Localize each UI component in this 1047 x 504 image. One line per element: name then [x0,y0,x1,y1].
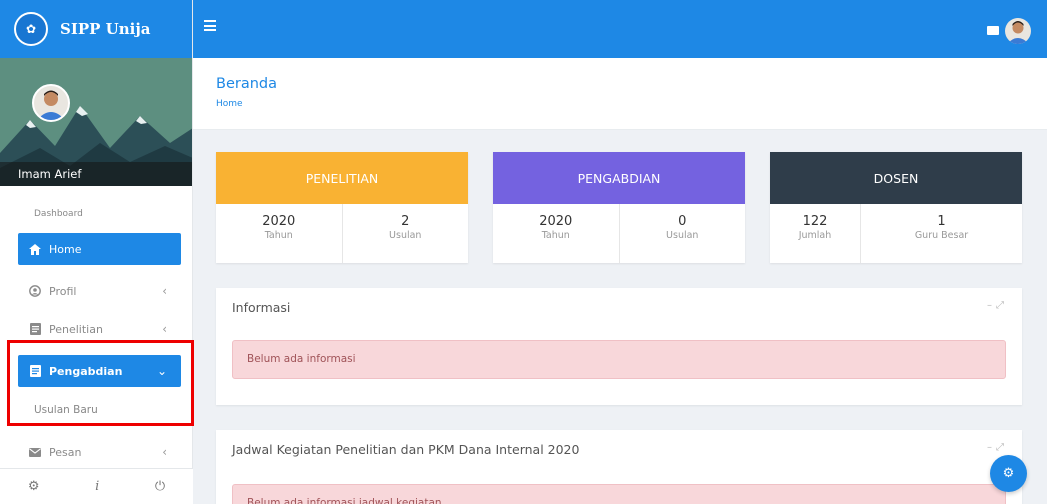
stat-value: 2 [401,214,410,229]
breadcrumb[interactable]: Home [216,99,243,109]
stat-value: 2020 [539,214,573,229]
card-title: DOSEN [770,152,1022,204]
sidebar-item-label: Pesan [49,445,82,459]
menu-toggle-icon[interactable] [204,20,216,31]
sidebar-footer: ⚙ i ⏻ [0,468,193,504]
stat-label: Tahun [264,230,293,241]
stat-label: Guru Besar [914,230,969,241]
card-title: PENELITIAN [216,152,468,204]
panel-tools[interactable]: –⤢ [987,442,1008,453]
avatar[interactable] [32,84,70,122]
info-alert: Belum ada informasi [232,340,1006,379]
power-icon[interactable]: ⏻ [155,479,165,494]
stat-label: Usulan [389,230,422,241]
info-panel: Informasi –⤢ Belum ada informasi [216,288,1022,405]
info-icon[interactable]: i [95,479,99,494]
schedule-alert: Belum ada informasi jadwal kegiatan [232,484,1006,504]
stat-card-pengabdian: PENGABDIAN 2020 Tahun 0 Usulan [493,152,745,263]
sidebar: ✿ SIPP Unija Imam Arief Dashboard Home P… [0,0,194,504]
home-icon [28,243,42,255]
page-title: Beranda [216,76,277,92]
panel-title: Jadwal Kegiatan Penelitian dan PKM Dana … [232,442,580,457]
stat-value: 2020 [262,214,296,229]
sidebar-item-pesan[interactable]: Pesan ‹ [18,436,181,468]
document-icon [28,323,42,335]
stat-card-dosen: DOSEN 122 Jumlah 1 Guru Besar [770,152,1022,263]
panel-tools[interactable]: –⤢ [987,300,1008,311]
sidebar-item-label: Home [49,242,82,256]
settings-icon[interactable]: ⚙ [28,479,40,494]
chevron-left-icon: ‹ [162,322,167,336]
stat-value: 1 [937,214,946,229]
nav-heading: Dashboard [34,209,83,219]
chevron-left-icon: ‹ [162,284,167,298]
user-name[interactable]: Imam Arief [0,162,192,186]
user-circle-icon [28,285,42,297]
sidebar-item-profil[interactable]: Profil ‹ [18,275,181,307]
stat-value: 122 [802,214,828,229]
sidebar-item-home[interactable]: Home [18,233,181,265]
user-profile-banner: Imam Arief [0,58,192,186]
topbar [193,0,1047,58]
chevron-left-icon: ‹ [162,445,167,459]
card-title: PENGABDIAN [493,152,745,204]
mail-icon[interactable] [987,26,999,35]
stat-label: Tahun [541,230,570,241]
page-header: Beranda Home [193,58,1047,130]
mail-icon [28,446,42,458]
user-avatar[interactable] [1005,18,1031,44]
schedule-panel: Jadwal Kegiatan Penelitian dan PKM Dana … [216,430,1022,504]
stat-value: 0 [678,214,687,229]
university-logo-icon: ✿ [14,12,48,46]
settings-fab-icon[interactable]: ⚙ [990,455,1027,492]
panel-title: Informasi [232,300,291,315]
brand[interactable]: ✿ SIPP Unija [0,0,192,58]
stat-label: Jumlah [798,230,832,241]
brand-title: SIPP Unija [60,20,151,38]
stat-label: Usulan [666,230,699,241]
stat-card-penelitian: PENELITIAN 2020 Tahun 2 Usulan [216,152,468,263]
sidebar-item-label: Profil [49,284,77,298]
sidebar-item-label: Penelitian [49,322,103,336]
highlight-box [7,340,194,426]
